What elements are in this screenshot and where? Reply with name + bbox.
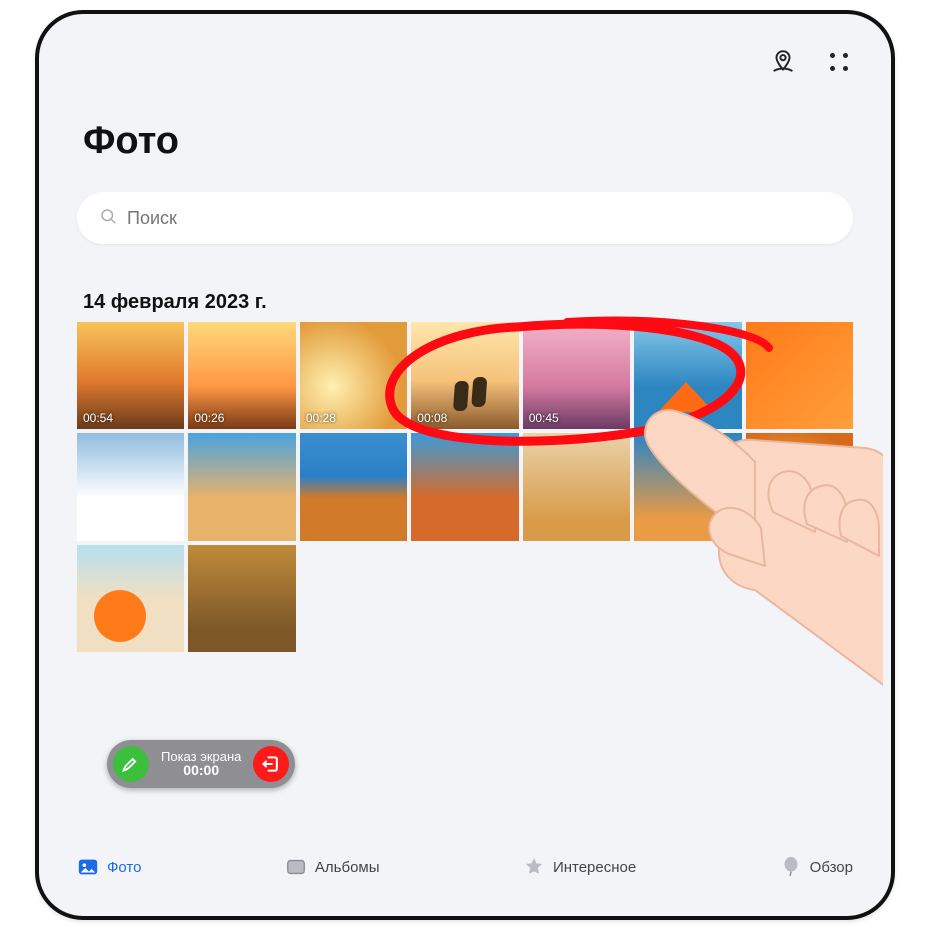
screen-share-pen-button[interactable]	[113, 746, 149, 782]
screen-share-pill[interactable]: Показ экрана 00:00	[107, 740, 295, 788]
map-pin-icon[interactable]	[767, 46, 799, 78]
photo-tile[interactable]: 00:08	[411, 322, 518, 429]
albums-icon	[285, 856, 307, 878]
search-bar[interactable]	[77, 192, 853, 244]
photo-tile[interactable]	[746, 322, 853, 429]
photo-tile[interactable]	[411, 433, 518, 540]
photos-icon	[77, 856, 99, 878]
screen-share-timer: 00:00	[183, 763, 219, 778]
tab-albums[interactable]: Альбомы	[285, 856, 380, 878]
video-duration: 00:45	[529, 411, 559, 425]
photo-tile[interactable]: 00:45	[523, 322, 630, 429]
video-duration: 00:08	[417, 411, 447, 425]
tab-label: Альбомы	[315, 859, 380, 876]
photo-tile[interactable]	[188, 433, 295, 540]
balloon-icon	[780, 856, 802, 878]
search-input[interactable]	[127, 208, 831, 229]
photo-tile[interactable]	[300, 433, 407, 540]
tab-highlights[interactable]: Интересное	[523, 856, 636, 878]
more-dots-icon[interactable]	[823, 46, 855, 78]
screen-share-title: Показ экрана	[161, 750, 241, 764]
photo-tile[interactable]	[634, 322, 741, 429]
video-duration: 00:28	[306, 411, 336, 425]
video-duration: 00:26	[194, 411, 224, 425]
tab-label: Фото	[107, 859, 141, 876]
tablet-frame: Фото 14 февраля 2023 г. 00:54 00:26 00:2…	[35, 10, 895, 920]
screen-share-label-group: Показ экрана 00:00	[157, 750, 245, 778]
photo-tile[interactable]	[523, 433, 630, 540]
photo-tile[interactable]	[634, 433, 741, 540]
tab-photos[interactable]: Фото	[77, 856, 141, 878]
photo-tile[interactable]: 00:26	[188, 322, 295, 429]
tab-label: Интересное	[553, 859, 636, 876]
photo-tile[interactable]	[77, 545, 184, 652]
photo-tile[interactable]: 00:28	[300, 322, 407, 429]
tab-label: Обзор	[810, 859, 853, 876]
topbar	[767, 46, 855, 78]
tab-overview[interactable]: Обзор	[780, 856, 853, 878]
photo-tile[interactable]: 00:54	[77, 322, 184, 429]
star-icon	[523, 856, 545, 878]
screen-share-exit-button[interactable]	[253, 746, 289, 782]
screen: Фото 14 февраля 2023 г. 00:54 00:26 00:2…	[47, 22, 883, 908]
section-date: 14 февраля 2023 г.	[83, 291, 267, 314]
photo-tile[interactable]	[746, 433, 853, 540]
page-title: Фото	[83, 120, 179, 163]
photo-grid: 00:54 00:26 00:28 00:08 00:45	[77, 322, 853, 652]
video-duration: 00:54	[83, 411, 113, 425]
bottom-tab-bar: Фото Альбомы Интересное Обзор	[77, 844, 853, 890]
photo-tile[interactable]	[77, 433, 184, 540]
search-icon	[99, 207, 127, 230]
photo-tile[interactable]	[188, 545, 295, 652]
